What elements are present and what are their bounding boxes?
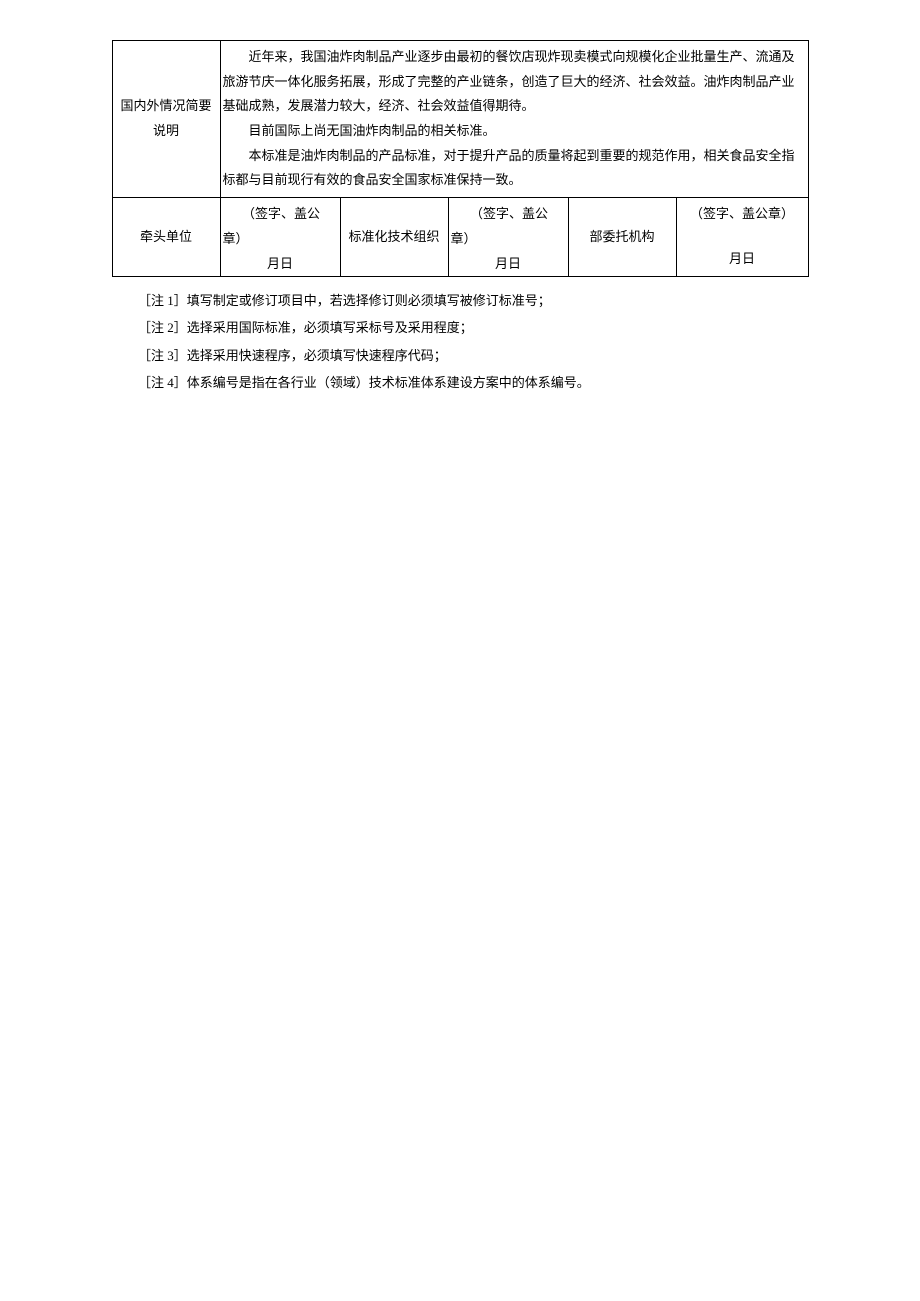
notes-section: ［注 1］填写制定或修订项目中，若选择修订则必须填写被修订标准号； ［注 2］选…	[112, 287, 808, 396]
situation-paragraph-1: 近年来，我国油炸肉制品产业逐步由最初的餐饮店现炸现卖模式向规模化企业批量生产、流…	[223, 45, 806, 119]
signature-seal-text: （签字、盖公章）	[223, 202, 338, 251]
table-row: 国内外情况简要说明 近年来，我国油炸肉制品产业逐步由最初的餐饮店现炸现卖模式向规…	[112, 41, 808, 198]
signature-date-text: 月日	[223, 252, 338, 277]
ministry-agency-label-cell: 部委托机构	[568, 198, 676, 277]
note-2: ［注 2］选择采用国际标准，必须填写采标号及采用程度；	[112, 314, 808, 341]
note-3: ［注 3］选择采用快速程序，必须填写快速程序代码；	[112, 342, 808, 369]
signature-block: （签字、盖公章） 月日	[679, 202, 806, 272]
standardization-org-label-cell: 标准化技术组织	[340, 198, 448, 277]
signature-seal-text: （签字、盖公章）	[679, 202, 806, 227]
signature-block: （签字、盖公章） 月日	[451, 202, 566, 272]
table-row: 牵头单位 （签字、盖公章） 月日 标准化技术组织 （签字、盖公章） 月日 部委托…	[112, 198, 808, 277]
standardization-org-signature-cell: （签字、盖公章） 月日	[448, 198, 568, 277]
signature-seal-text: （签字、盖公章）	[451, 202, 566, 251]
ministry-agency-signature-cell: （签字、盖公章） 月日	[676, 198, 808, 277]
document-page: 国内外情况简要说明 近年来，我国油炸肉制品产业逐步由最初的餐饮店现炸现卖模式向规…	[0, 40, 920, 396]
note-1: ［注 1］填写制定或修订项目中，若选择修订则必须填写被修订标准号；	[112, 287, 808, 314]
situation-content-cell: 近年来，我国油炸肉制品产业逐步由最初的餐饮店现炸现卖模式向规模化企业批量生产、流…	[220, 41, 808, 198]
standardization-org-label: 标准化技术组织	[348, 229, 439, 244]
situation-label-cell: 国内外情况简要说明	[112, 41, 220, 198]
lead-unit-label: 牵头单位	[140, 229, 192, 244]
lead-unit-label-cell: 牵头单位	[112, 198, 220, 277]
signature-date-text: 月日	[451, 252, 566, 277]
signature-block: （签字、盖公章） 月日	[223, 202, 338, 272]
lead-unit-signature-cell: （签字、盖公章） 月日	[220, 198, 340, 277]
ministry-agency-label: 部委托机构	[589, 229, 654, 244]
form-table: 国内外情况简要说明 近年来，我国油炸肉制品产业逐步由最初的餐饮店现炸现卖模式向规…	[112, 40, 809, 277]
situation-label: 国内外情况简要说明	[120, 98, 211, 138]
situation-paragraph-2: 目前国际上尚无国油炸肉制品的相关标准。	[223, 119, 806, 144]
signature-date-text: 月日	[679, 247, 806, 272]
situation-paragraph-3: 本标准是油炸肉制品的产品标准，对于提升产品的质量将起到重要的规范作用，相关食品安…	[223, 144, 806, 193]
note-4: ［注 4］体系编号是指在各行业（领域）技术标准体系建设方案中的体系编号。	[112, 369, 808, 396]
